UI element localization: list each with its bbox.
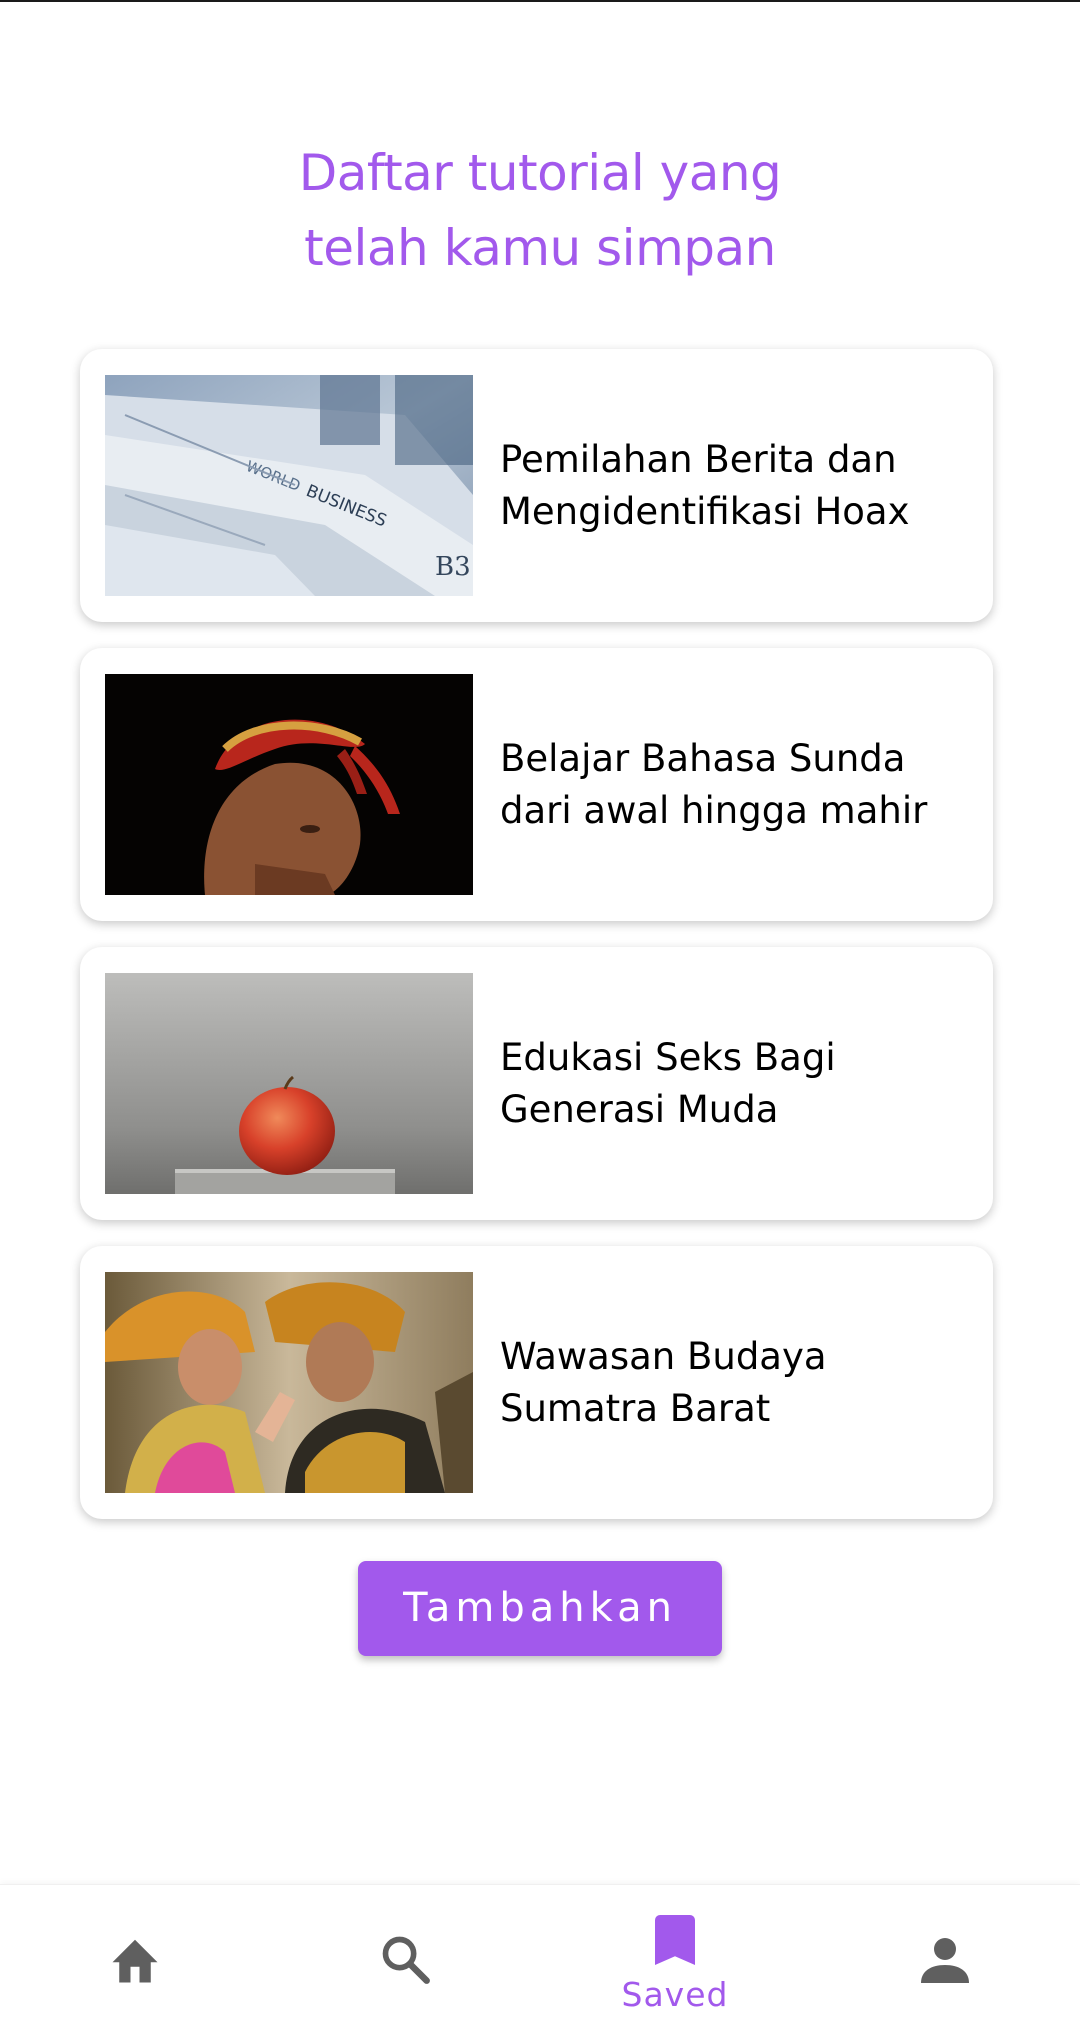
newspapers-photo: BUSINESS WORLD B3	[105, 375, 473, 596]
traditional-dancers-photo	[105, 1272, 473, 1493]
tutorial-card-sunda[interactable]: Belajar Bahasa Sunda dari awal hingga ma…	[80, 648, 993, 921]
svg-text:B3: B3	[435, 552, 471, 582]
nav-saved[interactable]: Saved	[540, 1885, 810, 2033]
bottom-navigation: Saved	[0, 1884, 1080, 2033]
tutorial-title: Edukasi Seks Bagi Generasi Muda	[500, 1032, 953, 1136]
page-title-line-1: Daftar tutorial yang	[298, 144, 782, 202]
search-icon	[382, 1936, 430, 1984]
tutorial-card-edukasi[interactable]: Edukasi Seks Bagi Generasi Muda	[80, 947, 993, 1220]
tutorial-title: Pemilahan Berita dan Mengidentifikasi Ho…	[500, 434, 953, 538]
tutorial-card-budaya[interactable]: Wawasan Budaya Sumatra Barat	[80, 1246, 993, 1519]
tutorial-title-line-2: Mengidentifikasi Hoax	[500, 489, 910, 533]
person-icon	[921, 1938, 969, 1983]
tutorial-card-news[interactable]: BUSINESS WORLD B3 Pemilahan Berita dan M…	[80, 349, 993, 622]
red-apple-photo	[105, 973, 473, 1194]
sundanese-man-headband-photo	[105, 674, 473, 895]
page-title-line-2: telah kamu simpan	[304, 219, 776, 277]
tutorial-title-line-2: Generasi Muda	[500, 1087, 779, 1131]
tutorial-title-line-2: Sumatra Barat	[500, 1386, 771, 1430]
bookmark-icon	[655, 1915, 695, 1965]
tutorial-title-line-1: Wawasan Budaya	[500, 1334, 827, 1378]
tutorial-title-line-1: Pemilahan Berita dan	[500, 437, 897, 481]
tutorial-title: Belajar Bahasa Sunda dari awal hingga ma…	[500, 733, 953, 837]
tutorial-title-line-1: Belajar Bahasa Sunda	[500, 736, 906, 780]
nav-profile[interactable]	[810, 1885, 1080, 2033]
status-divider	[0, 0, 1080, 2]
tutorial-title: Wawasan Budaya Sumatra Barat	[500, 1331, 953, 1435]
add-tutorial-button[interactable]: Tambahkan	[358, 1561, 722, 1656]
tutorial-title-line-1: Edukasi Seks Bagi	[500, 1035, 836, 1079]
nav-home[interactable]	[0, 1885, 270, 2033]
nav-saved-label: Saved	[621, 1975, 729, 2014]
page-title: Daftar tutorial yang telah kamu simpan	[0, 136, 1080, 286]
nav-search[interactable]	[270, 1885, 540, 2033]
tutorial-title-line-2: dari awal hingga mahir	[500, 788, 928, 832]
home-icon	[112, 1939, 158, 1983]
